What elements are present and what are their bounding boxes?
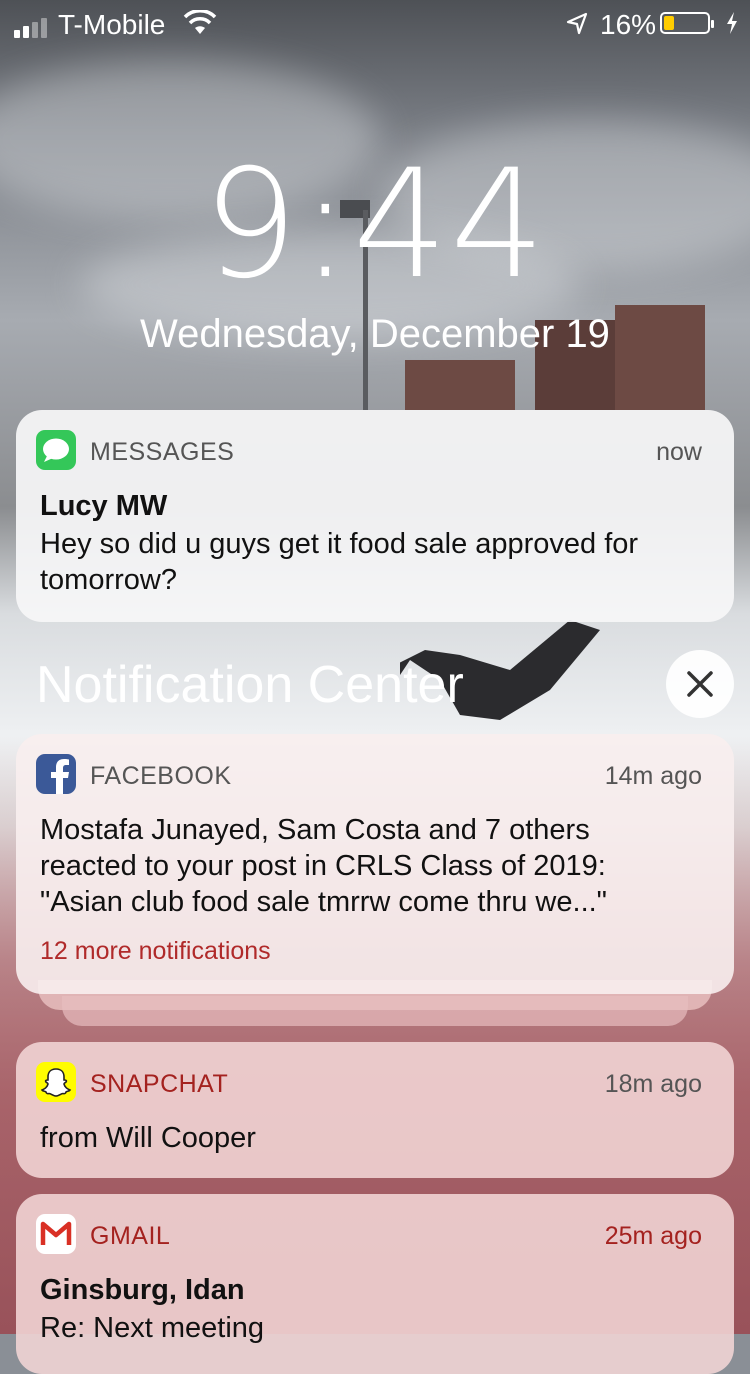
battery-percent: 16% [600, 9, 657, 40]
app-name: SNAPCHAT [90, 1070, 229, 1098]
clear-notifications-button[interactable] [666, 650, 734, 718]
gmail-icon [36, 1214, 76, 1254]
notification-messages[interactable]: MESSAGES now Lucy MW Hey so did u guys g… [16, 410, 734, 622]
app-name: GMAIL [90, 1222, 171, 1250]
more-notifications-link[interactable]: 12 more notifications [40, 937, 271, 966]
notification-sender: Lucy MW [40, 490, 168, 522]
notification-body: Mostafa Junayed, Sam Costa and 7 others … [40, 814, 607, 918]
notification-time: 14m ago [604, 762, 702, 790]
notification-time: 25m ago [604, 1222, 702, 1250]
lock-clock: 9:44 [202, 138, 548, 312]
status-bar: T-Mobile 16% [0, 0, 750, 50]
messages-icon [36, 430, 76, 470]
notification-subject: Re: Next meeting [40, 1312, 265, 1344]
notification-body: Hey so did u guys get it food sale appro… [40, 528, 639, 596]
snapchat-icon [36, 1062, 76, 1102]
notification-snapchat[interactable]: SNAPCHAT 18m ago from Will Cooper [16, 1042, 734, 1178]
notification-body: from Will Cooper [40, 1122, 256, 1154]
close-icon [687, 671, 713, 697]
charging-icon [727, 12, 737, 34]
signal-icon [14, 18, 47, 38]
app-name: MESSAGES [90, 438, 235, 466]
notification-sender: Ginsburg, Idan [40, 1274, 245, 1306]
notification-time: 18m ago [604, 1070, 702, 1098]
lock-date: Wednesday, December 19 [140, 312, 610, 356]
notification-center-title: Notification Center [36, 656, 464, 714]
app-name: FACEBOOK [90, 762, 232, 790]
notification-gmail[interactable]: GMAIL 25m ago Ginsburg, Idan Re: Next me… [16, 1194, 734, 1374]
facebook-icon [36, 754, 76, 794]
battery-icon [660, 12, 714, 34]
notification-facebook[interactable]: FACEBOOK 14m ago Mostafa Junayed, Sam Co… [16, 734, 734, 994]
notification-time: now [656, 438, 702, 466]
carrier-name: T-Mobile [58, 9, 166, 40]
location-icon [566, 12, 588, 35]
wifi-icon [183, 10, 217, 34]
battery-level-fill [664, 16, 674, 30]
